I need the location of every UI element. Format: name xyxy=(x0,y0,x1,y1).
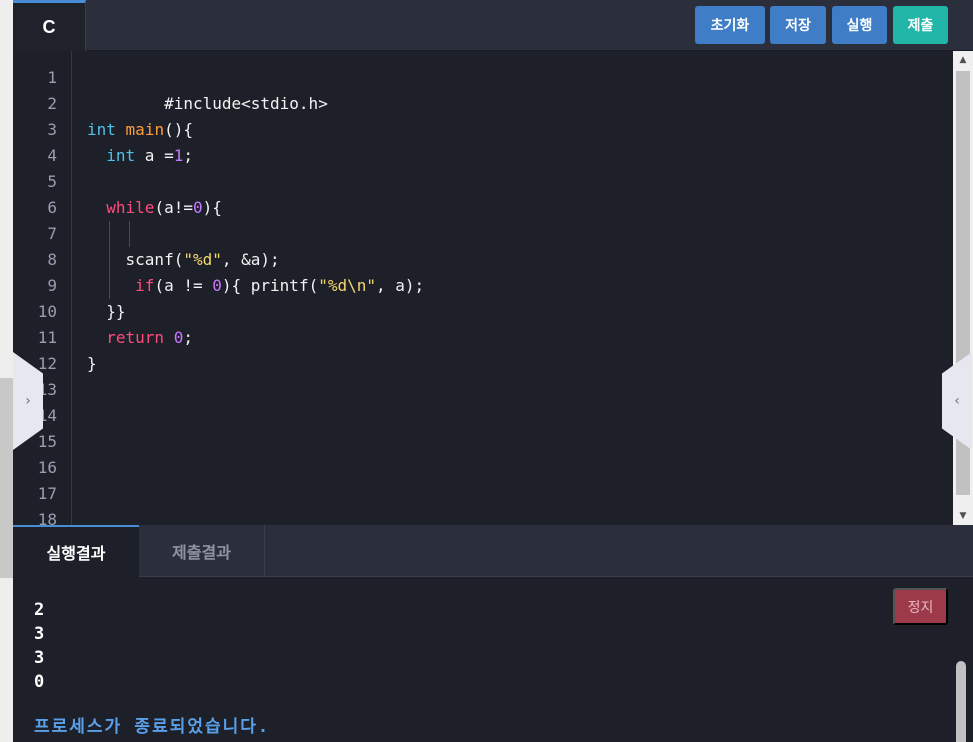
code-token: ){ xyxy=(202,198,222,217)
reset-button[interactable]: 초기화 xyxy=(695,6,765,44)
line-number: 10 xyxy=(37,302,57,321)
line-number: 4 xyxy=(47,146,57,165)
line-number: 5 xyxy=(47,172,57,191)
editor-toolbar: C 초기화 저장 실행 제출 xyxy=(13,0,973,51)
code-line-3: int main(){ xyxy=(87,117,193,143)
editor-scrollbar[interactable]: ▲ ▼ xyxy=(953,51,973,525)
tab-language-c[interactable]: C xyxy=(13,0,86,51)
ide-window: C 초기화 저장 실행 제출 1 2 3 4 5 6 7 8 9 10 11 1… xyxy=(0,0,973,742)
code-token: "%d" xyxy=(183,250,222,269)
code-token: (a!= xyxy=(154,198,193,217)
outer-scrollbar-thumb[interactable] xyxy=(0,378,13,578)
line-number: 8 xyxy=(47,250,57,269)
code-token: #include<stdio.h> xyxy=(164,94,328,113)
run-button[interactable]: 실행 xyxy=(832,6,887,44)
console-scrollbar[interactable] xyxy=(953,577,973,742)
indent-guide xyxy=(129,221,130,247)
code-token: , a); xyxy=(376,276,425,295)
line-number: 3 xyxy=(47,120,57,139)
chevron-left-icon: ‹ xyxy=(954,393,960,409)
code-token: ){ printf( xyxy=(221,276,319,295)
code-token: ; xyxy=(183,146,193,165)
code-token: int xyxy=(87,120,116,139)
outer-left-strip xyxy=(0,0,13,742)
code-token: scanf( xyxy=(87,250,184,269)
line-number: 11 xyxy=(37,328,57,347)
line-number: 6 xyxy=(47,198,57,217)
line-number: 18 xyxy=(37,510,57,525)
code-token: 0 xyxy=(192,198,203,217)
line-number: 7 xyxy=(47,224,57,243)
output-line: 2 xyxy=(34,600,45,620)
scroll-up-arrow-icon[interactable]: ▲ xyxy=(953,51,973,69)
output-line: 3 xyxy=(34,648,45,668)
code-token: (a != xyxy=(154,276,213,295)
code-token: return xyxy=(106,328,165,347)
code-token: while xyxy=(106,198,155,217)
code-line-12: } xyxy=(87,351,97,377)
code-token: 0 xyxy=(212,276,222,295)
stop-button[interactable]: 정지 xyxy=(893,588,948,625)
console-scrollbar-thumb[interactable] xyxy=(956,661,966,742)
line-number: 2 xyxy=(47,94,57,113)
line-number: 17 xyxy=(37,484,57,503)
code-token: } xyxy=(87,354,97,373)
code-line-11: return 0; xyxy=(87,325,193,351)
line-number-gutter: 1 2 3 4 5 6 7 8 9 10 11 12 13 14 15 16 1… xyxy=(13,51,72,525)
code-token: main xyxy=(125,120,165,139)
line-number: 1 xyxy=(47,68,57,87)
tab-run-result[interactable]: 실행결과 xyxy=(13,525,139,577)
code-token: }} xyxy=(87,302,126,321)
code-line-1: #include<stdio.h> xyxy=(87,65,328,113)
save-button[interactable]: 저장 xyxy=(770,6,826,44)
output-line: 0 xyxy=(34,672,45,692)
code-line-9: if(a != 0){ printf("%d\n", a); xyxy=(87,273,424,299)
code-token: 1 xyxy=(173,146,184,165)
code-token: "%d\n" xyxy=(318,276,376,295)
code-editor[interactable]: 1 2 3 4 5 6 7 8 9 10 11 12 13 14 15 16 1… xyxy=(13,51,953,525)
code-token: 0 xyxy=(173,328,184,347)
code-line-8: scanf("%d", &a); xyxy=(87,247,280,273)
code-token: , &a); xyxy=(221,250,280,269)
code-token: a = xyxy=(135,146,174,165)
output-console[interactable]: 2 3 3 0 프로세스가 종료되었습니다. 정지 xyxy=(13,577,953,742)
scroll-down-arrow-icon[interactable]: ▼ xyxy=(953,507,973,525)
line-number: 9 xyxy=(47,276,57,295)
output-line: 3 xyxy=(34,624,45,644)
code-token: ; xyxy=(183,328,193,347)
result-tabs: 실행결과 제출결과 xyxy=(13,525,973,577)
code-line-6: while(a!=0){ xyxy=(87,195,222,221)
line-number: 16 xyxy=(37,458,57,477)
code-line-10: }} xyxy=(87,299,126,325)
submit-button[interactable]: 제출 xyxy=(893,6,948,44)
code-token: if xyxy=(135,276,155,295)
code-line-4: int a =1; xyxy=(87,143,193,169)
code-token: (){ xyxy=(164,120,193,139)
process-finished-message: 프로세스가 종료되었습니다. xyxy=(34,717,271,737)
code-token: int xyxy=(106,146,136,165)
chevron-right-icon: › xyxy=(25,393,31,409)
tab-submit-result[interactable]: 제출결과 xyxy=(139,525,265,577)
